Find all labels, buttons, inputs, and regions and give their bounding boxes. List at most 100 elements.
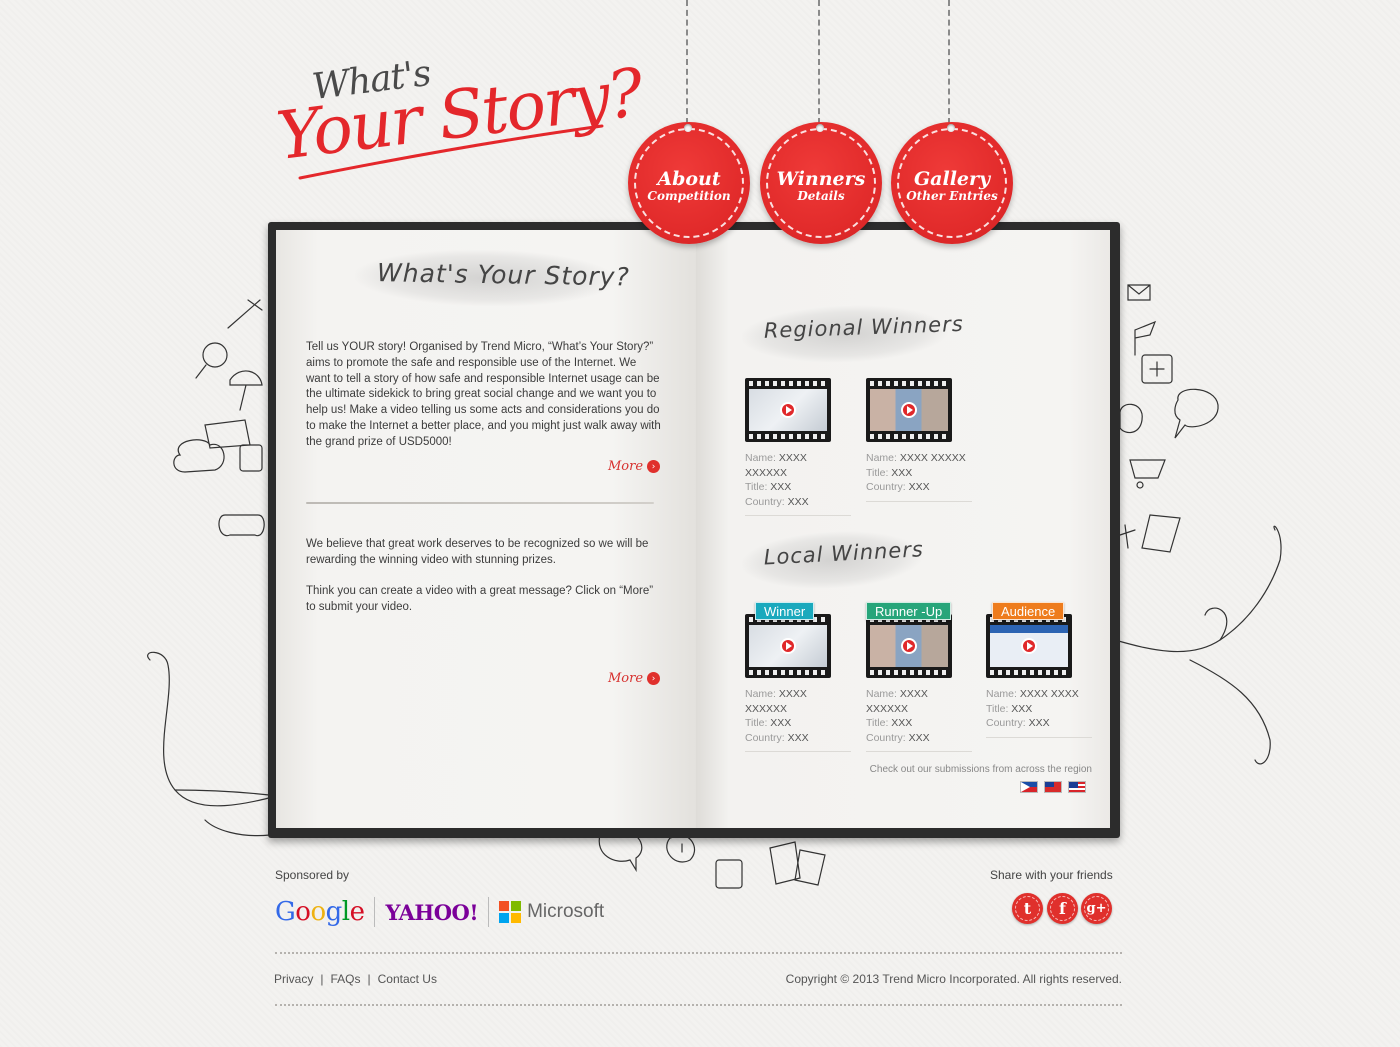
winner-country: XXX [787,731,809,744]
copyright: Copyright © 2013 Trend Micro Incorporate… [785,972,1122,986]
google-plus-icon[interactable]: g+ [1081,893,1112,924]
regional-winner-card: Name: XXXX XXXXX Title: XXX Country: XXX [866,378,974,502]
nav-subtitle: Other Entries [906,189,998,203]
winner-title: XXX [891,466,913,479]
name-label: Name: [745,452,776,464]
footer-links: Privacy | FAQs | Contact Us [274,972,437,986]
local-winner-card: Winner Name: XXXX XXXXXX Title: XXX Coun… [745,602,853,753]
twitter-icon[interactable]: t [1012,893,1043,924]
winner-name: XXXX XXXXX [899,452,966,464]
country-label: Country: [866,481,906,494]
microsoft-logo[interactable]: Microsoft [499,901,604,923]
more-link[interactable]: More › [608,459,661,474]
winner-name: XXXX XXXX [1019,688,1079,700]
audience-badge: Audience [992,602,1065,620]
intro-paragraph: Tell us YOUR story! Organised by Trend M… [306,341,661,448]
footer-divider [275,952,1122,954]
local-winner-card: Audience Name: XXXX XXXX Title: XXX Coun… [986,602,1094,738]
winner-country: XXX [1028,717,1050,730]
separator: | [320,972,324,986]
nav-title: Winners [776,168,866,190]
name-label: Name: [866,688,897,700]
title-label: Title: [986,702,1009,715]
country-label: Country: [866,731,906,744]
prizes-paragraph: We believe that great work deserves to b… [306,538,649,566]
nav-gallery-other-entries[interactable]: Gallery Other Entries [891,122,1013,244]
video-thumbnail[interactable] [866,378,952,442]
name-label: Name: [866,452,897,464]
title-label: Title: [866,466,889,479]
left-page-title: What's Your Story? [354,247,630,309]
country-label: Country: [745,731,785,744]
nav-subtitle: Details [797,189,845,203]
regional-winners-title: Regional Winners [741,302,964,366]
play-icon [901,402,917,418]
name-label: Name: [986,688,1017,700]
arrow-right-icon: › [647,460,661,473]
share-label: Share with your friends [990,868,1113,882]
regional-winner-card: Name: XXXX XXXXXX Title: XXX Country: XX… [745,378,853,517]
name-label: Name: [745,688,776,700]
local-winners-title: Local Winners [740,527,924,593]
video-thumbnail[interactable]: Winner [745,602,831,678]
divider [374,897,376,927]
winner-meta: Name: XXXX XXXXXX Title: XXX Country: XX… [745,687,851,753]
play-icon [1021,638,1037,654]
sponsored-by-label: Sponsored by [275,868,350,882]
philippines-flag-icon[interactable] [1020,781,1038,793]
title-label: Title: [745,717,768,730]
winner-meta: Name: XXXX XXXXXX Title: XXX Country: XX… [745,451,851,517]
winner-title: XXX [891,717,913,730]
play-icon [901,638,917,654]
divider [488,897,490,927]
winner-country: XXX [787,495,809,508]
more-submit-link[interactable]: More › [608,671,661,686]
video-thumbnail[interactable]: Runner -Up [866,602,952,678]
nav-winners-details[interactable]: Winners Details [760,122,882,244]
site-logo[interactable]: What's Your Story? [270,40,646,190]
winner-badge: Winner [755,602,815,620]
runner-up-badge: Runner -Up [866,602,952,620]
malaysia-flag-icon[interactable] [1068,781,1086,793]
play-icon [780,638,796,654]
nav-title: About [657,168,721,190]
title-label: Title: [866,717,889,730]
logo-swoosh [298,124,604,180]
country-label: Country: [745,495,785,508]
google-logo[interactable]: Google [275,897,365,927]
facebook-icon[interactable]: f [1047,893,1078,924]
title-label: Title: [745,481,768,494]
region-note: Check out our submissions from across th… [869,764,1092,775]
tag-string [818,0,820,124]
more-label: More [608,671,644,686]
tag-string [686,0,688,124]
winner-title: XXX [1011,702,1033,715]
country-flags [1020,781,1086,793]
local-winner-card: Runner -Up Name: XXXX XXXXXX Title: XXX … [866,602,974,753]
video-thumbnail[interactable]: Audience [986,602,1072,678]
book-left-page [276,230,696,828]
winner-country: XXX [908,731,930,744]
footer-divider [275,1004,1122,1006]
winner-country: XXX [908,481,930,494]
country-label: Country: [986,717,1026,730]
yahoo-logo[interactable]: YAHOO! [385,900,478,925]
divider [306,502,654,504]
contact-us-link[interactable]: Contact Us [378,972,437,986]
more-label: More [608,459,644,474]
faqs-link[interactable]: FAQs [330,972,360,986]
taiwan-flag-icon[interactable] [1044,781,1062,793]
video-thumbnail[interactable] [745,378,831,442]
microsoft-label: Microsoft [527,901,605,922]
arrow-right-icon: › [647,672,661,685]
winner-title: XXX [770,481,792,494]
nav-about-competition[interactable]: About Competition [628,122,750,244]
microsoft-squares-icon [499,901,522,923]
sponsor-logos: Google YAHOO! Microsoft [275,895,604,929]
play-icon [780,402,796,418]
separator: | [367,972,371,986]
privacy-link[interactable]: Privacy [274,972,313,986]
nav-title: Gallery [913,168,991,190]
winner-meta: Name: XXXX XXXXX Title: XXX Country: XXX [866,451,972,502]
nav-subtitle: Competition [647,189,731,203]
